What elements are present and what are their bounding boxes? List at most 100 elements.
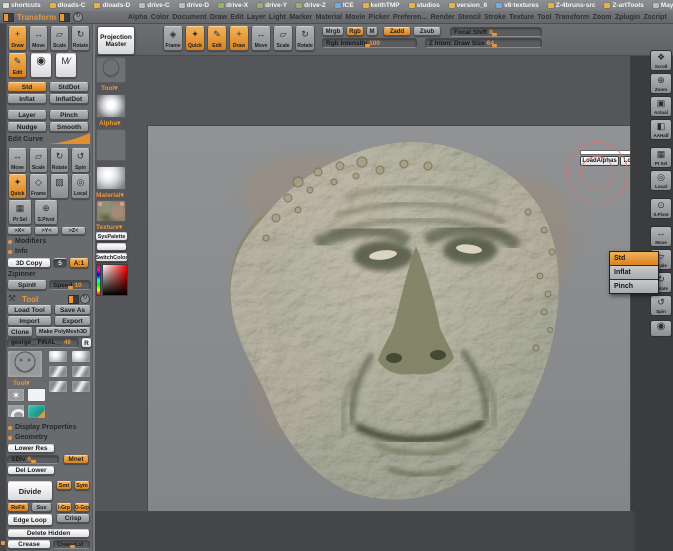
shortcut-item[interactable]: Maya-7.0 (653, 2, 673, 9)
rotate-mode-button[interactable]: ↻Rotate (71, 26, 90, 51)
sculpt-head-model[interactable] (148, 126, 630, 511)
spinit-button[interactable]: SpinIt (7, 280, 47, 290)
brush-nudge-button[interactable]: Nudge (7, 122, 47, 132)
slider-nub-icon[interactable] (31, 460, 36, 463)
copy-3d-button[interactable]: 3D Copy (7, 258, 51, 268)
menu-alpha[interactable]: Alpha (128, 14, 147, 21)
scroll-button[interactable]: ❖Scroll (650, 50, 672, 71)
switchcolor-button[interactable]: SwitchColor (95, 253, 128, 262)
axis-y-button[interactable]: >Y< (34, 227, 59, 235)
shortcut-item[interactable]: dloads-D (94, 2, 130, 9)
save-as-button[interactable]: Save As (54, 305, 91, 315)
dock-toggle-icon[interactable] (59, 13, 70, 22)
zoom-button[interactable]: ⊕Zoom (650, 73, 672, 94)
syspalette-button[interactable]: SysPalette (95, 232, 128, 241)
tool-slot[interactable] (48, 365, 68, 378)
copy-a-button[interactable]: A:1 (69, 258, 89, 268)
menu-layer[interactable]: Layer (247, 14, 266, 21)
move-button-right[interactable]: ↔Move (650, 226, 672, 247)
move-toolbar-button[interactable]: ↔Move (251, 26, 271, 51)
sdiv-slider[interactable]: SDiv6 (7, 455, 59, 464)
crisp-button[interactable]: Crisp (56, 514, 90, 523)
menu-render[interactable]: Render (430, 14, 454, 21)
crease-lvl-slider[interactable]: CreaseLvl (53, 540, 90, 549)
import-button[interactable]: Import (7, 316, 52, 326)
copy-s-field[interactable]: 5 (53, 258, 67, 268)
del-lower-button[interactable]: Del Lower (7, 466, 55, 475)
menu-picker[interactable]: Picker (369, 14, 390, 21)
menu-zplugin[interactable]: Zplugin (615, 14, 640, 21)
axis-x-button[interactable]: >X< (7, 227, 32, 235)
divide-button[interactable]: Divide (7, 481, 53, 501)
make-polymesh-button[interactable]: Make PolyMesh3D (35, 327, 91, 337)
slider-nub-icon[interactable] (492, 44, 497, 47)
draw-size-slider[interactable]: Draw Size64 (450, 38, 542, 48)
draw-mode-button[interactable]: +Draw (8, 26, 27, 51)
shortcut-item[interactable]: Z-artTools (604, 2, 643, 9)
delete-hidden-button[interactable]: Delete Hidden (7, 529, 90, 538)
tool-slot[interactable] (71, 380, 91, 393)
tray-texture-label[interactable]: Texture▾ (96, 223, 122, 231)
rgb-button[interactable]: Rgb (346, 27, 364, 36)
local-button-right[interactable]: ◎Local (650, 170, 672, 191)
refit-button[interactable]: ReFit (7, 503, 29, 512)
edit-toolbar-button[interactable]: ✎Edit (207, 26, 227, 51)
popup-item-inflat[interactable]: Inflat (610, 266, 658, 280)
tool-slot[interactable] (48, 380, 68, 393)
shortcut-item[interactable]: studios (409, 2, 440, 9)
menu-light[interactable]: Light (269, 14, 286, 21)
menu-tool[interactable]: Tool (537, 14, 551, 21)
rotate-toolbar-button[interactable]: ↻Rotate (295, 26, 315, 51)
cycle-icon[interactable]: ↻ (73, 12, 83, 22)
tray-tool-label[interactable]: Tool▾ (101, 84, 118, 92)
shortcut-item[interactable]: drive-Z (296, 2, 326, 9)
menu-edit[interactable]: Edit (230, 14, 243, 21)
draw-toolbar-button[interactable]: +Draw (229, 26, 249, 51)
shortcut-item[interactable]: version_6 (449, 2, 487, 9)
quick-button[interactable]: ✦Quick (8, 174, 27, 199)
popup-item-std[interactable]: Std (610, 252, 658, 266)
edge-loop-button[interactable]: Edge Loop (7, 514, 53, 526)
material-tray-thumbnail[interactable] (96, 166, 126, 190)
cycle-icon[interactable]: ↻ (80, 294, 90, 304)
edit-curve-graph[interactable] (48, 133, 90, 144)
load-tool-button[interactable]: Load Tool (7, 305, 52, 315)
alpha-tray-thumbnail[interactable] (96, 94, 126, 118)
point-select-button[interactable]: ▦Pt Sel (8, 200, 32, 225)
point-select-button-right[interactable]: ▦Pt Sel (650, 147, 672, 168)
smt-button[interactable]: Smt (56, 481, 72, 490)
menu-preferences[interactable]: Preferen... (393, 14, 427, 21)
menu-draw[interactable]: Draw (210, 14, 227, 21)
gyro-button[interactable]: ▧ (50, 174, 69, 199)
tray-alpha-label[interactable]: Alpha▾ (99, 119, 120, 127)
rgb-intensity-slider[interactable]: Rgb Intensity100 (322, 38, 417, 48)
scale-toolbar-button[interactable]: ▱Scale (273, 26, 293, 51)
frame-button[interactable]: ◇Frame (29, 174, 48, 199)
camera-button[interactable]: ◉ (30, 53, 52, 78)
panel-marker-icon[interactable] (1, 541, 5, 545)
edit-object-button[interactable]: ✎Edit (8, 53, 27, 78)
menu-transform[interactable]: Transform (555, 14, 589, 21)
document-canvas[interactable]: LoadAlphas Load Txtre (148, 126, 630, 511)
display-properties-section[interactable]: Display Properties (8, 424, 76, 431)
menu-stroke[interactable]: Stroke (484, 14, 506, 21)
shortcut-item[interactable]: Z-4bruns-src (548, 2, 596, 9)
mnet-button[interactable]: Mnet (63, 455, 89, 464)
igrp-button[interactable]: I-Grp (56, 503, 72, 512)
menu-color[interactable]: Color (151, 14, 169, 21)
zsub-button[interactable]: Zsub (413, 27, 441, 36)
tool-slot[interactable] (71, 350, 91, 363)
shortcut-item[interactable]: ICE (335, 2, 354, 9)
set-pivot-button-right[interactable]: ⊙S.Pivot (650, 198, 672, 219)
brush-inflatdot-button[interactable]: InflatDot (49, 94, 89, 104)
menu-movie[interactable]: Movie (345, 14, 365, 21)
crease-button[interactable]: Crease (7, 540, 51, 549)
ogrp-button[interactable]: O-Grp (74, 503, 90, 512)
tool-slot-simple-brush[interactable] (27, 388, 46, 402)
transform-palette-icon[interactable] (3, 13, 14, 22)
brush-pinch-button[interactable]: Pinch (49, 110, 89, 120)
shortcut-item[interactable]: drive-Y (257, 2, 287, 9)
lower-res-button[interactable]: Lower Res (7, 444, 55, 453)
axis-z-button[interactable]: >Z< (61, 227, 86, 235)
tool-slot[interactable] (48, 350, 68, 363)
